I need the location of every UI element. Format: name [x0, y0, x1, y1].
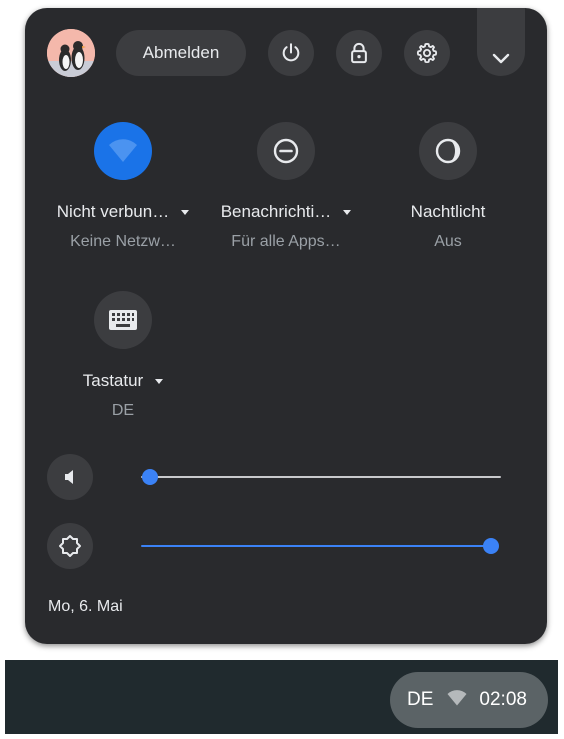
network-label: Nicht verbun…: [56, 202, 170, 221]
lock-button[interactable]: [336, 30, 382, 76]
settings-button[interactable]: [404, 30, 450, 76]
night-light-label: Nachtlicht: [410, 202, 486, 221]
power-button[interactable]: [268, 30, 314, 76]
brightness-slider-track[interactable]: [141, 545, 491, 547]
notifications-toggle[interactable]: [257, 122, 315, 180]
dropdown-arrow-icon: [343, 210, 352, 215]
brightness-slider-thumb[interactable]: [483, 538, 499, 554]
dropdown-arrow-icon: [181, 210, 190, 215]
brightness-icon: [59, 535, 81, 557]
keyboard-tile: Tastatur DE: [43, 291, 203, 420]
wifi-icon: [447, 690, 467, 712]
shelf: DE 02:08: [5, 660, 558, 734]
keyboard-sublabel: DE: [111, 402, 135, 419]
chevron-down-icon: [492, 53, 510, 64]
network-sublabel: Keine Netzw…: [70, 233, 176, 250]
keyboard-menu-button[interactable]: Tastatur: [43, 371, 203, 391]
clock: 02:08: [479, 689, 527, 710]
notifications-label: Benachrichti…: [220, 202, 332, 221]
volume-slider-track[interactable]: [141, 476, 501, 478]
volume-slider-thumb[interactable]: [142, 469, 158, 485]
sign-out-button[interactable]: Abmelden: [116, 30, 246, 76]
night-light-toggle[interactable]: [419, 122, 477, 180]
keyboard-label: Tastatur: [82, 371, 144, 390]
keyboard-icon: [109, 310, 137, 330]
mute-button[interactable]: [47, 454, 93, 500]
date-label[interactable]: Mo, 6. Mai: [48, 598, 123, 616]
screen: Abmelden Nicht verbun… Keine Netzw… Bena…: [0, 0, 564, 739]
volume-icon: [65, 470, 73, 484]
network-toggle[interactable]: [94, 122, 152, 180]
ime-indicator: DE: [407, 689, 434, 710]
notifications-sublabel: Für alle Apps…: [231, 233, 341, 250]
wifi-icon: [109, 139, 137, 162]
expand-button[interactable]: [477, 8, 525, 76]
night-light-tile: Nachtlicht Aus: [368, 122, 528, 251]
network-tile: Nicht verbun… Keine Netzw…: [43, 122, 203, 251]
status-area-button[interactable]: DE 02:08: [390, 672, 548, 728]
gear-icon: [416, 42, 438, 64]
quick-settings-panel: Abmelden Nicht verbun… Keine Netzw… Bena…: [25, 8, 547, 644]
notifications-menu-button[interactable]: Benachrichti…: [206, 202, 366, 222]
user-avatar[interactable]: [47, 29, 95, 77]
keyboard-toggle[interactable]: [94, 291, 152, 349]
network-menu-button[interactable]: Nicht verbun…: [43, 202, 203, 222]
avatar-image: [47, 29, 95, 77]
do-not-disturb-icon: [273, 138, 299, 164]
dropdown-arrow-icon: [155, 379, 164, 384]
lock-icon: [351, 42, 367, 64]
night-light-sublabel: Aus: [434, 233, 462, 250]
notifications-tile: Benachrichti… Für alle Apps…: [206, 122, 366, 251]
brightness-button[interactable]: [47, 523, 93, 569]
night-light-icon: [435, 138, 461, 164]
power-icon: [282, 43, 300, 62]
